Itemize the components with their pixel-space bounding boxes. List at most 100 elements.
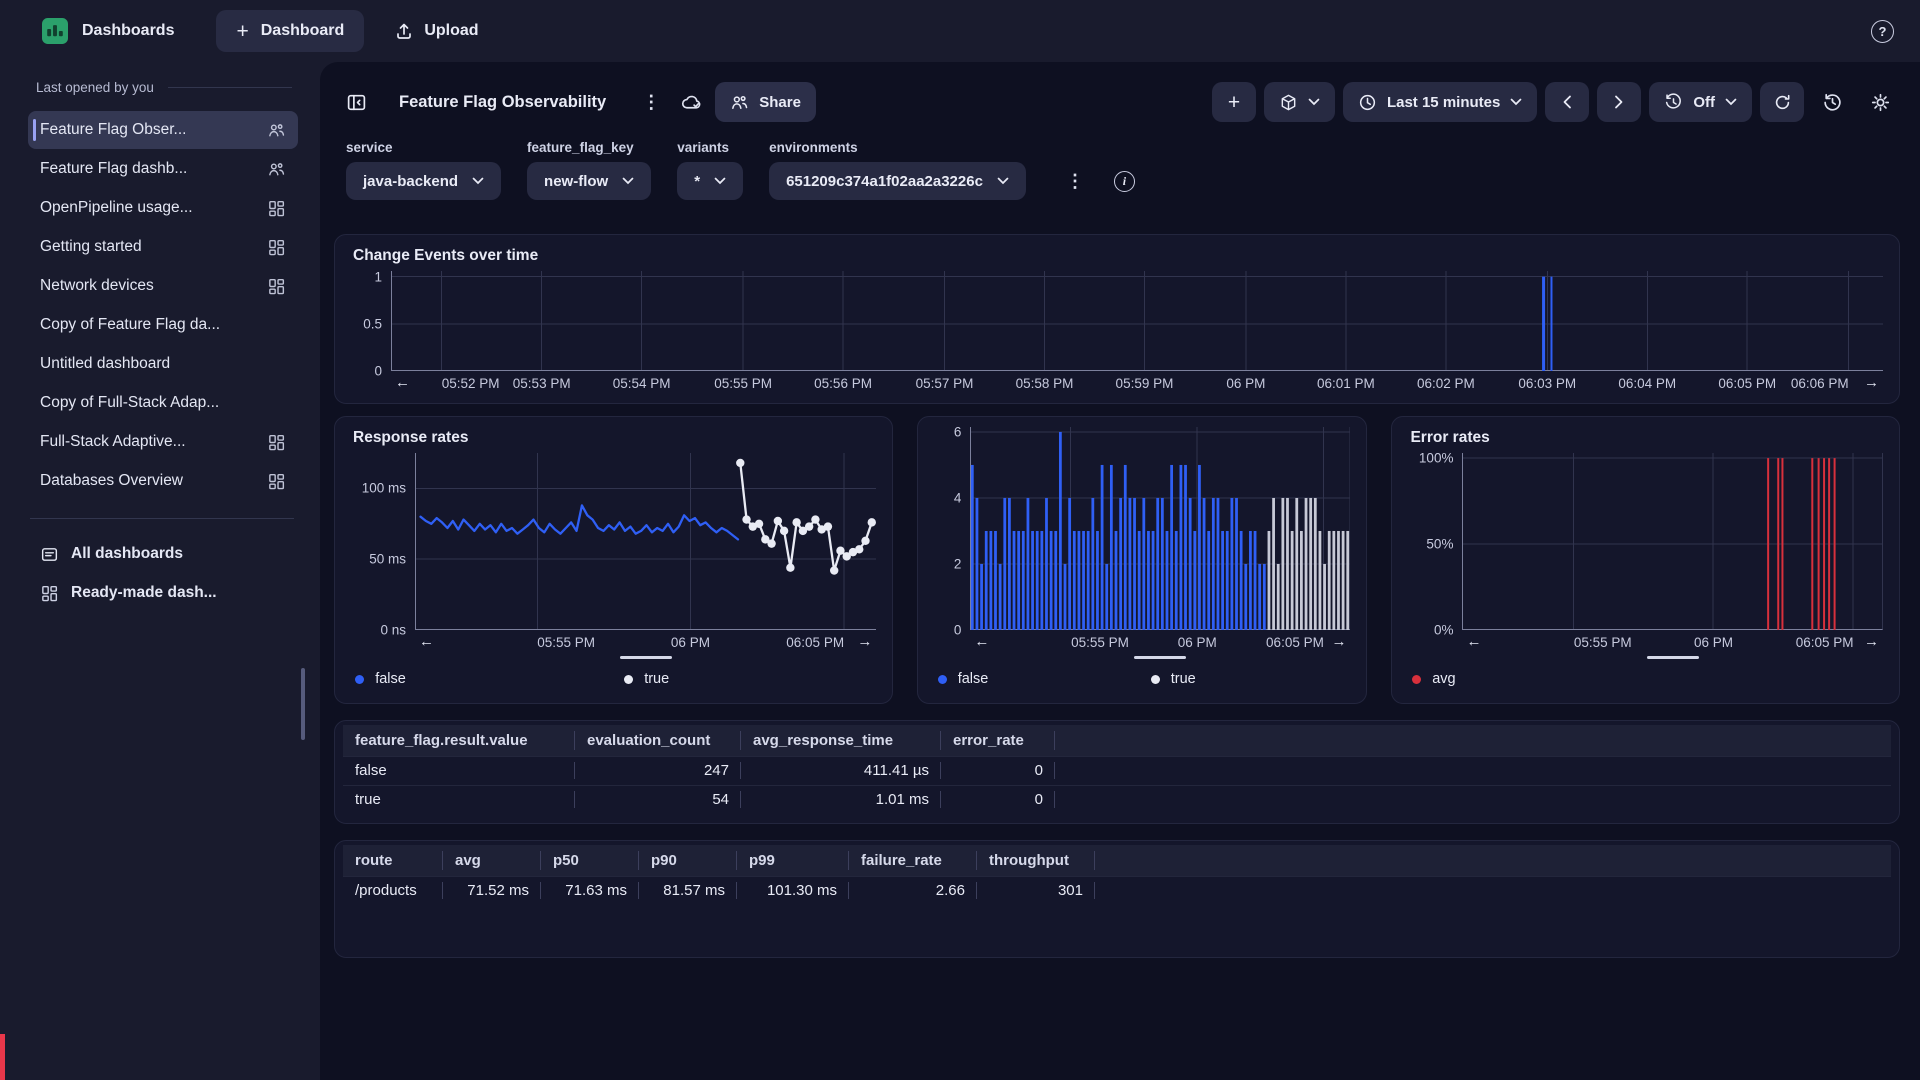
cloud-sync-icon[interactable]: [680, 92, 703, 113]
flag-results-table: feature_flag.result.valueevaluation_coun…: [343, 725, 1891, 814]
sidebar-item[interactable]: Getting started: [28, 228, 298, 266]
sidebar-item[interactable]: Feature Flag dashb...: [28, 150, 298, 188]
pan-right-arrow[interactable]: →: [1864, 374, 1879, 391]
legend-item-true[interactable]: true: [624, 671, 669, 687]
column-header[interactable]: feature_flag.result.value: [343, 725, 575, 756]
chart-scrollbar-track: [970, 652, 1350, 663]
sidebar-item-label: All dashboards: [71, 545, 183, 563]
pan-right-arrow[interactable]: →: [1331, 633, 1346, 650]
x-tick-label: 05:55 PM: [714, 376, 772, 391]
table-header-row: feature_flag.result.valueevaluation_coun…: [343, 725, 1891, 756]
sidebar-item-all-dashboards[interactable]: All dashboards: [28, 535, 298, 573]
x-tick-label: 05:56 PM: [814, 376, 872, 391]
legend-label: false: [958, 671, 989, 687]
history-button[interactable]: [1812, 82, 1852, 122]
collapse-sidebar-icon[interactable]: [346, 92, 367, 113]
column-header[interactable]: avg: [443, 845, 541, 876]
x-axis: ←→05:52 PM05:53 PM05:54 PM05:55 PM05:56 …: [391, 371, 1883, 393]
table-row[interactable]: false247411.41 µs0: [343, 756, 1891, 785]
chart-plot-area[interactable]: [391, 271, 1883, 371]
help-icon[interactable]: ?: [1871, 20, 1894, 43]
tab-dashboard[interactable]: + Dashboard: [216, 10, 364, 52]
pan-left-arrow[interactable]: ←: [419, 633, 434, 650]
sidebar-item[interactable]: Copy of Feature Flag da...: [28, 306, 298, 344]
chart-plot-area[interactable]: [415, 453, 876, 630]
sidebar-item[interactable]: Feature Flag Obser...: [28, 111, 298, 149]
legend-item-avg[interactable]: avg: [1412, 671, 1455, 687]
pan-left-arrow[interactable]: ←: [974, 633, 989, 650]
clock-icon: [1358, 93, 1377, 112]
dashboard-main: Feature Flag Observability ⋮ Share +: [320, 62, 1920, 1080]
pan-right-arrow[interactable]: →: [1864, 633, 1879, 650]
variants-dropdown[interactable]: *: [677, 162, 743, 200]
table-row[interactable]: true541.01 ms0: [343, 785, 1891, 814]
table-cell: 81.57 ms: [639, 876, 737, 905]
column-header[interactable]: avg_response_time: [741, 725, 941, 756]
filter-kebab-icon[interactable]: ⋮: [1058, 171, 1092, 192]
sidebar-item[interactable]: OpenPipeline usage...: [28, 189, 298, 227]
sidebar-item[interactable]: Databases Overview: [28, 462, 298, 500]
y-tick-label: 6: [954, 424, 962, 439]
chart-plot-area[interactable]: [1462, 453, 1883, 630]
y-tick-label: 0: [954, 623, 962, 638]
chart-scrollbar[interactable]: [1134, 656, 1186, 659]
sidebar: Last opened by you Feature Flag Obser...…: [0, 62, 320, 1080]
environments-dropdown[interactable]: 651209c374a1f02aa2a3226c: [769, 162, 1026, 200]
y-axis-labels: 0%50%100%: [1408, 453, 1462, 630]
pan-left-arrow[interactable]: ←: [395, 374, 410, 391]
add-tile-button[interactable]: +: [1212, 82, 1256, 122]
pan-left-arrow[interactable]: ←: [1466, 633, 1481, 650]
sidebar-item[interactable]: Copy of Full-Stack Adap...: [28, 384, 298, 422]
sidebar-item[interactable]: Full-Stack Adaptive...: [28, 423, 298, 461]
column-header[interactable]: error_rate: [941, 725, 1055, 756]
legend-item-false[interactable]: false: [938, 671, 989, 687]
evaluations-bar-chart: 0246←→05:55 PM06 PM06:05 PMfalsetrue: [934, 427, 1350, 693]
x-tick-label: 05:58 PM: [1016, 376, 1074, 391]
settings-button[interactable]: [1860, 82, 1900, 122]
legend-item-true[interactable]: true: [1151, 671, 1196, 687]
chart-plot-area[interactable]: [970, 427, 1350, 630]
legend-label: true: [1171, 671, 1196, 687]
table-cell: 0: [941, 756, 1055, 785]
service-dropdown[interactable]: java-backend: [346, 162, 501, 200]
column-header[interactable]: p90: [639, 845, 737, 876]
dashboard-header: Feature Flag Observability ⋮ Share +: [334, 62, 1900, 136]
sidebar-item[interactable]: Untitled dashboard: [28, 345, 298, 383]
table-cell: true: [343, 785, 575, 814]
y-tick-label: 2: [954, 556, 962, 571]
column-header[interactable]: route: [343, 845, 443, 876]
y-tick-label: 100%: [1419, 451, 1454, 466]
column-header[interactable]: p99: [737, 845, 849, 876]
info-icon[interactable]: i: [1114, 171, 1135, 192]
auto-refresh-button[interactable]: Off: [1649, 82, 1752, 122]
sidebar-item[interactable]: Network devices: [28, 267, 298, 305]
time-forward-button[interactable]: [1597, 82, 1641, 122]
table-cell: 411.41 µs: [741, 756, 941, 785]
kebab-menu-icon[interactable]: ⋮: [634, 92, 668, 113]
time-range-button[interactable]: Last 15 minutes: [1343, 82, 1537, 122]
x-tick-label: 06:06 PM: [1791, 376, 1849, 391]
refresh-button[interactable]: [1760, 82, 1804, 122]
chart-scrollbar[interactable]: [1647, 656, 1699, 659]
column-header[interactable]: failure_rate: [849, 845, 977, 876]
column-header[interactable]: throughput: [977, 845, 1095, 876]
table-row[interactable]: /products71.52 ms71.63 ms81.57 ms101.30 …: [343, 876, 1891, 905]
column-header[interactable]: evaluation_count: [575, 725, 741, 756]
chart-scrollbar[interactable]: [620, 656, 672, 659]
sidebar-scrollbar[interactable]: [301, 668, 305, 740]
feature-flag-key-dropdown[interactable]: new-flow: [527, 162, 651, 200]
column-header[interactable]: p50: [541, 845, 639, 876]
y-tick-label: 100 ms: [362, 481, 406, 496]
chevron-down-icon: [1725, 98, 1737, 106]
time-back-button[interactable]: [1545, 82, 1589, 122]
y-axis-labels: 0246: [934, 427, 970, 630]
legend-item-false[interactable]: false: [355, 671, 406, 687]
variables-cube-button[interactable]: [1264, 82, 1335, 122]
pan-right-arrow[interactable]: →: [857, 633, 872, 650]
upload-button[interactable]: Upload: [394, 21, 478, 41]
share-button[interactable]: Share: [715, 82, 816, 122]
table-cell-filler: [1055, 785, 1891, 814]
chevron-down-icon: [714, 177, 726, 185]
dashboard-title[interactable]: Feature Flag Observability: [399, 93, 606, 112]
sidebar-item-ready-made-dash[interactable]: Ready-made dash...: [28, 574, 298, 612]
